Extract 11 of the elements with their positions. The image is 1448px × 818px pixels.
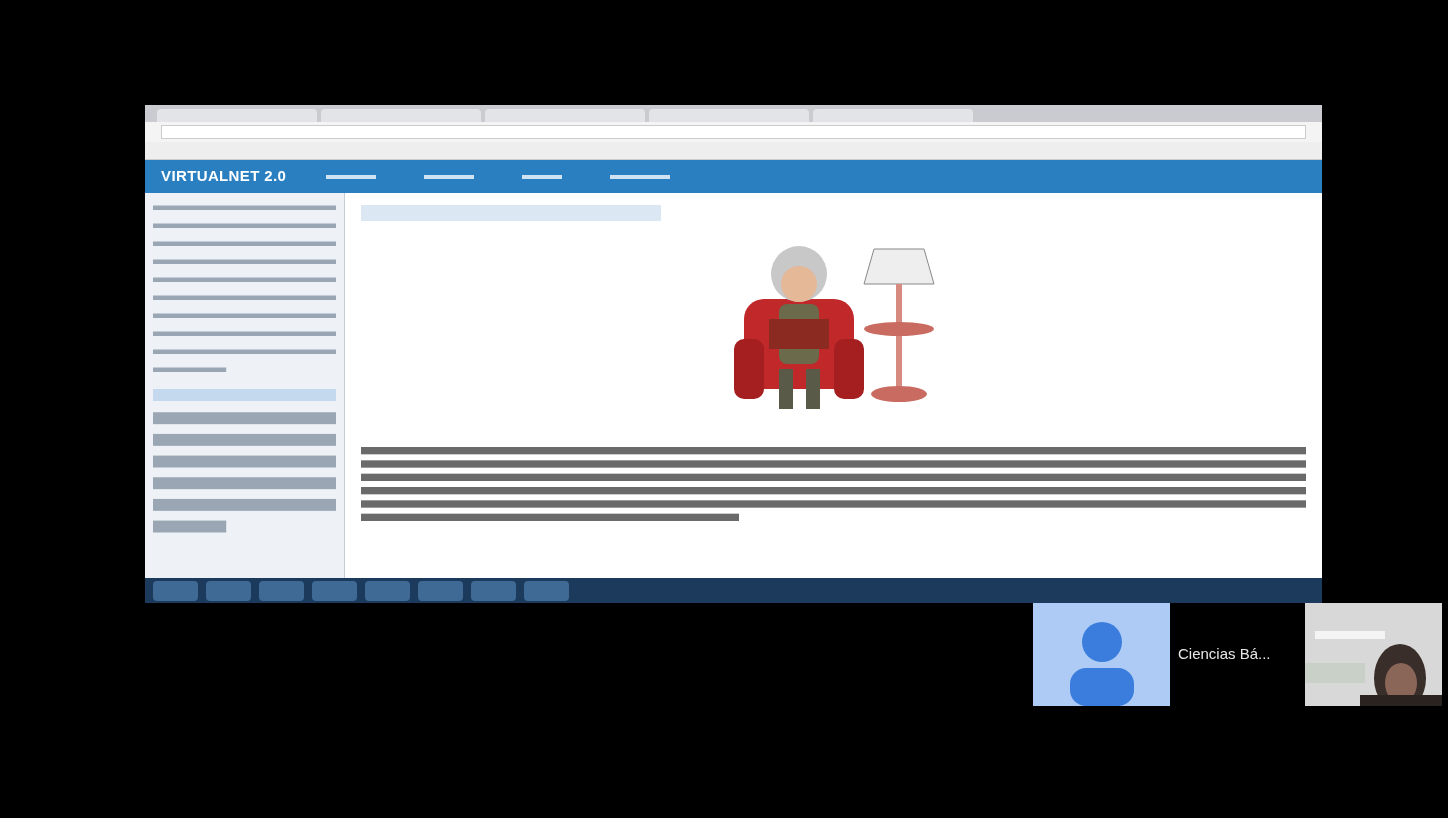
participant-name: Ciencias Bá... — [1178, 644, 1271, 665]
taskbar-app-icon[interactable] — [524, 580, 569, 601]
taskbar-app-icon[interactable] — [206, 580, 251, 601]
taskbar-app-icon[interactable] — [312, 580, 357, 601]
taskbar-app-icon[interactable] — [259, 580, 304, 601]
url-field[interactable] — [161, 125, 1306, 139]
taskbar-app-icon[interactable] — [365, 580, 410, 601]
taskbar-app-icon[interactable] — [471, 580, 516, 601]
taskbar-app-icon[interactable] — [418, 580, 463, 601]
site-logo: VIRTUALNET 2.0 — [161, 166, 287, 187]
taskbar-app-icon[interactable] — [153, 580, 198, 601]
